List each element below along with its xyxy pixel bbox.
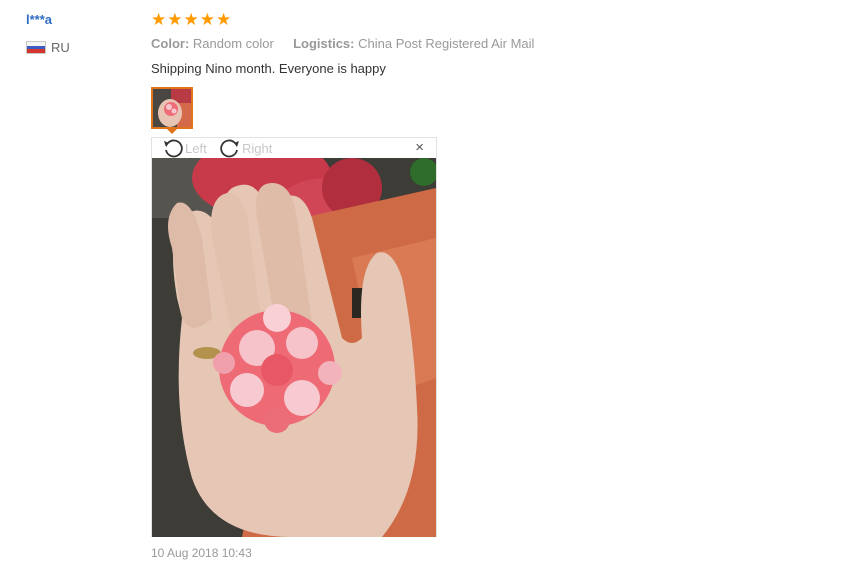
star-rating: ★ ★ ★ ★ ★ [151, 11, 231, 29]
thumbnail-image [153, 89, 191, 127]
review-text: Shipping Nino month. Everyone is happy [151, 61, 386, 76]
review-photo [152, 158, 436, 537]
rotate-right-button[interactable]: Right [219, 138, 272, 158]
russia-flag-icon [26, 41, 46, 54]
viewer-toolbar: Left Right × [152, 138, 436, 158]
rotate-right-label: Right [242, 140, 273, 156]
star-icon: ★ [151, 10, 167, 29]
star-icon: ★ [199, 10, 215, 29]
rotate-left-icon [164, 139, 183, 158]
thumbnail-pointer [167, 129, 177, 134]
logistics-label: Logistics: [293, 36, 355, 51]
review-photo-thumbnail[interactable] [151, 87, 193, 129]
close-viewer-button[interactable]: × [415, 140, 424, 155]
reviewer-country: RU [26, 40, 70, 55]
logistics-value: China Post Registered Air Mail [358, 36, 535, 51]
country-code: RU [51, 40, 70, 55]
review-timestamp: 10 Aug 2018 10:43 [151, 546, 252, 560]
rotate-left-label: Left [185, 140, 207, 156]
reviewer-name[interactable]: l***a [26, 12, 52, 27]
rotate-right-icon [220, 139, 239, 158]
star-icon: ★ [167, 10, 183, 29]
review-photo-image [152, 158, 436, 537]
color-label: Color: [151, 36, 190, 51]
star-icon: ★ [183, 10, 199, 29]
color-value: Random color [192, 36, 274, 51]
order-attributes: Color: Random color Logistics: China Pos… [151, 36, 534, 51]
rotate-left-button[interactable]: Left [162, 138, 207, 158]
image-viewer: Left Right × [151, 137, 437, 537]
star-icon: ★ [216, 10, 232, 29]
